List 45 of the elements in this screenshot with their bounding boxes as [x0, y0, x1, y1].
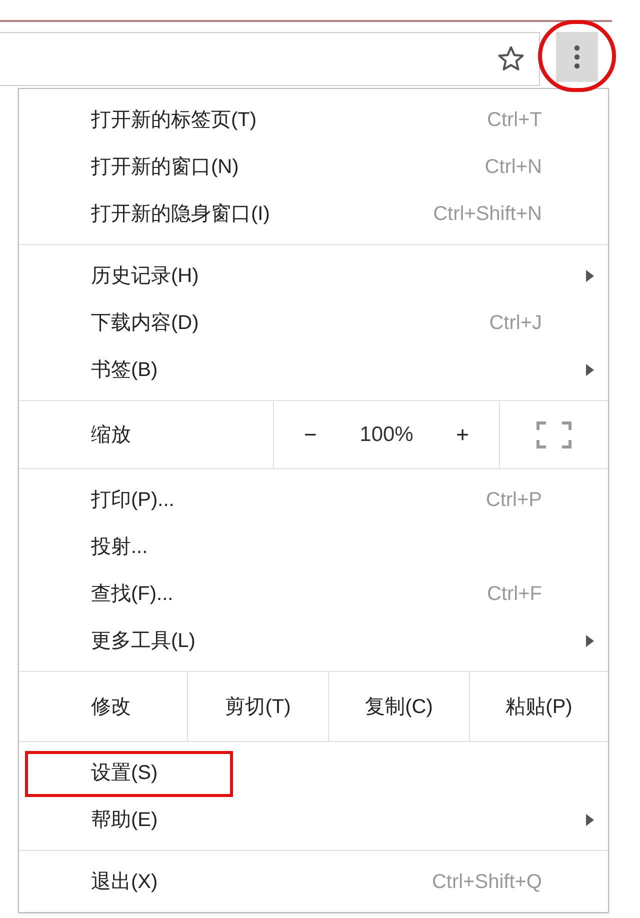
menu-item-label[interactable]: 查找(F)...	[91, 578, 174, 608]
shortcut-label: Ctrl+Shift+Q	[432, 870, 542, 894]
menu-button[interactable]	[556, 32, 598, 82]
menu-item-row[interactable]: 退出(X) Ctrl+Shift+Q	[19, 858, 608, 905]
menu-item-row[interactable]: 下载内容(D) Ctrl+J	[19, 299, 608, 346]
menu-item-row[interactable]: 投射...	[19, 523, 608, 570]
edit-button[interactable]: 剪切(T)	[187, 672, 328, 741]
edit-label: 修改	[90, 694, 132, 720]
menu-item-row[interactable]: 打开新的隐身窗口(I) Ctrl+Shift+N	[19, 190, 608, 237]
menu-item-row[interactable]: 查找(F)... Ctrl+F	[19, 570, 608, 617]
menu-item-row[interactable]: 历史记录(H)	[19, 252, 608, 299]
star-icon[interactable]	[497, 45, 525, 73]
zoom-out-button[interactable]: −	[300, 418, 321, 451]
shortcut-label: Ctrl+J	[489, 310, 542, 336]
shortcut-label: Ctrl+Shift+N	[433, 202, 542, 226]
more-vertical-icon	[574, 45, 580, 69]
menu-item-row[interactable]: 打印(P)... Ctrl+P	[19, 476, 608, 523]
menu-item-label[interactable]: 历史记录(H)	[91, 260, 199, 290]
shortcut-label: Ctrl+F	[487, 582, 542, 606]
menu-item-label[interactable]: 设置(S)	[91, 758, 158, 788]
menu-item-label[interactable]: 打开新的标签页(T)	[91, 104, 257, 134]
shortcut-label: Ctrl+T	[487, 108, 542, 132]
menu-item-label[interactable]: 书签(B)	[91, 354, 158, 384]
shortcut-label: Ctrl+N	[484, 154, 542, 180]
edit-button[interactable]: 粘贴(P)	[469, 672, 608, 741]
menu-item-row[interactable]: 更多工具(L)	[19, 617, 608, 664]
edit-button[interactable]: 复制(C)	[328, 672, 469, 741]
fullscreen-icon[interactable]	[536, 420, 572, 448]
menu-item-row[interactable]: 书签(B)	[19, 346, 608, 393]
menu-item-label[interactable]: 打开新的隐身窗口(I)	[91, 198, 270, 228]
menu-item-row[interactable]: 打开新的标签页(T) Ctrl+T	[19, 96, 608, 143]
menu-item-label[interactable]: 帮助(E)	[91, 804, 158, 834]
menu-item-row[interactable]: 打开新的窗口(N) Ctrl+N	[19, 143, 608, 190]
menu-item-row[interactable]: 帮助(E)	[19, 796, 608, 843]
shortcut-label: Ctrl+P	[486, 488, 542, 512]
menu-item-label[interactable]: 退出(X)	[91, 866, 158, 896]
zoom-level: 100%	[360, 422, 414, 448]
zoom-in-button[interactable]: +	[452, 418, 473, 451]
zoom-label: 缩放	[90, 422, 132, 448]
menu-item-label[interactable]: 更多工具(L)	[91, 626, 196, 656]
menu-item-row[interactable]: 设置(S)	[19, 749, 608, 796]
menu-item-label[interactable]: 打印(P)...	[91, 484, 174, 514]
menu-item-label[interactable]: 打开新的窗口(N)	[91, 152, 239, 182]
menu-item-label[interactable]: 投射...	[91, 532, 148, 562]
menu-item-label[interactable]: 下载内容(D)	[91, 308, 199, 338]
